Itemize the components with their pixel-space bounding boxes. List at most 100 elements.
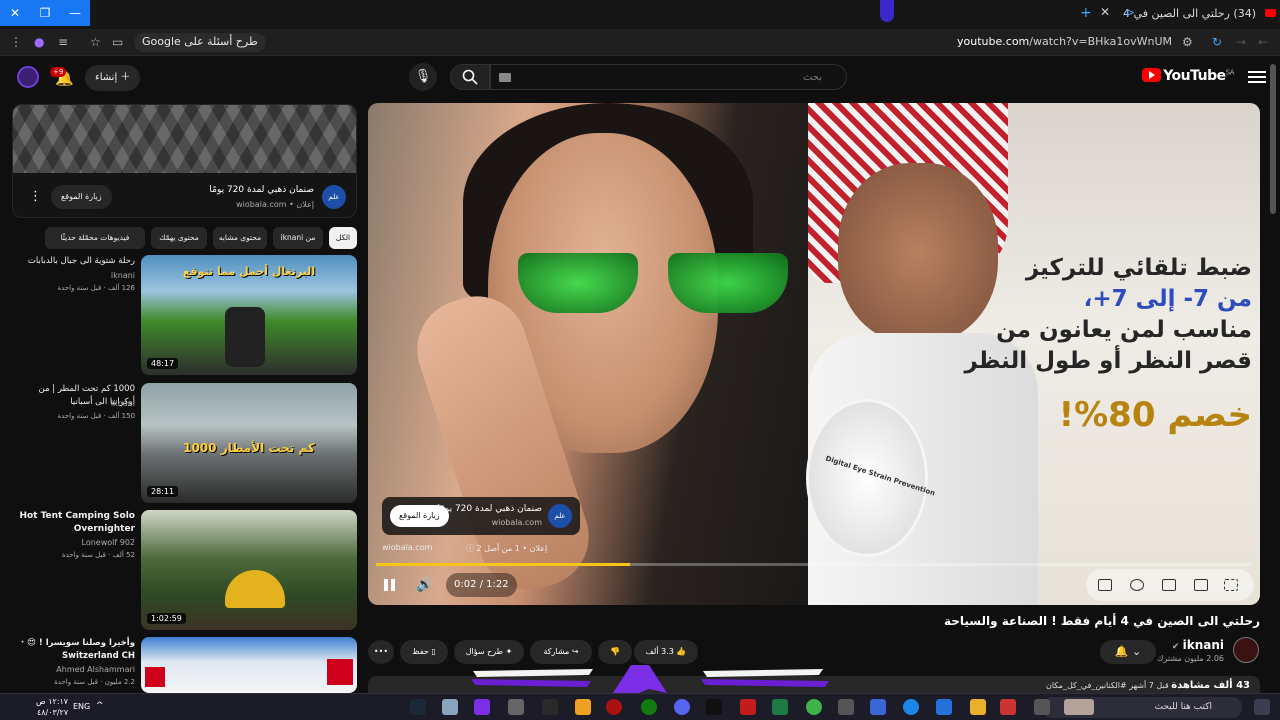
task-view-icon[interactable] [1034,699,1050,715]
ad-menu-icon[interactable]: ⋮ [29,189,42,204]
system-clock[interactable]: ١٢:١٧ ص ٤٨/٠٣/٢٧ [36,696,68,718]
chip-recently-uploaded[interactable]: فيديوهات محمّلة حديثًا [45,227,145,249]
cast-icon[interactable] [1194,579,1208,591]
minimize-window-button[interactable]: — [60,0,90,26]
ask-google-button[interactable]: طرح أسئلة على Google [134,33,266,52]
list-item[interactable]: 1000 كم تحت الأمطار 28:11 1000 كم تحت ال… [12,383,357,503]
visit-site-button[interactable]: زيارة الموقع [390,505,449,527]
app-icon-orange[interactable] [575,699,591,715]
discord-icon[interactable] [674,699,690,715]
forward-icon[interactable]: → [1236,35,1246,49]
search-button[interactable] [450,64,490,90]
video-title[interactable]: Hot Tent Camping Solo Overnighter [13,510,135,536]
menu-dots-icon[interactable]: ⋮ [10,35,22,49]
office-app-icon[interactable] [1000,699,1016,715]
site-settings-icon[interactable]: ⚙ [1182,35,1193,49]
ask-button[interactable]: ✦ طرح سؤال [454,640,524,664]
guide-menu-icon[interactable] [1248,68,1266,84]
bolt-app-icon[interactable] [740,699,756,715]
channel-avatar[interactable] [1233,637,1259,663]
subscription-bell-button[interactable]: 🔔 ⌄ [1100,640,1156,664]
save-button[interactable]: ▯ حفظ [400,640,448,664]
audio-playing-icon[interactable]: ⊲ [1126,6,1135,19]
channel-name[interactable]: Lonewolf 902 [82,538,136,547]
channel-name[interactable]: iknani [111,271,135,280]
app-icon-light[interactable] [442,699,458,715]
pause-button[interactable] [382,577,398,593]
app-icon-purple[interactable] [474,699,490,715]
close-window-button[interactable]: ✕ [0,0,30,26]
account-avatar[interactable] [17,66,39,88]
channel-name[interactable]: ✔ iknani [1172,638,1224,652]
start-button[interactable] [1254,699,1270,715]
share-button[interactable]: ↪ مشاركة [530,640,592,664]
list-item[interactable]: وأخيرا وصلنا سويسرا ! 😍 · Switzerland CH… [12,637,357,693]
dislike-button[interactable]: 👎 [598,640,632,664]
chip-all[interactable]: الكل [329,227,357,249]
bookmark-star-icon[interactable]: ☆ [90,35,101,49]
video-thumbnail[interactable] [141,637,357,693]
input-language[interactable]: ENG [73,702,90,711]
reload-icon[interactable]: ↻ [1212,35,1222,49]
app-icon-dark[interactable] [542,699,558,715]
store-icon[interactable] [870,699,886,715]
restore-window-button[interactable]: ❐ [30,0,60,26]
app-icon-gray[interactable] [508,699,524,715]
chrome-icon[interactable] [806,699,822,715]
browser-tab[interactable]: (34) رحلتي الى الصين في 4 ⊲ ✕ [1075,2,1280,26]
obs-icon[interactable] [606,699,622,715]
chrome-active-icon[interactable] [838,699,854,715]
youtube-logo[interactable]: YouTubeSA [1142,68,1235,84]
edge-browser-icon[interactable] [903,699,919,715]
sidebar-ad-banner[interactable]: علم صنمان ذهبي لمدة 720 يومًا إعلان • wi… [12,104,357,218]
voice-search-mic-icon[interactable]: 🎙 [409,63,437,91]
video-meta: 150 ألف · قبل سنة واحدة [57,412,135,420]
tab-close-icon[interactable]: ✕ [1100,5,1110,19]
video-progress-bar[interactable] [376,563,1252,566]
chip-from-channel[interactable]: من iknani [273,227,323,249]
list-item[interactable]: 1:02:59 Hot Tent Camping Solo Overnighte… [12,510,357,630]
back-icon[interactable]: ← [1258,35,1268,49]
channel-name[interactable]: Ahmed Alshammari [56,665,135,674]
more-actions-button[interactable]: ••• [368,640,394,664]
like-button[interactable]: 👍 3.3 ألف [634,640,698,664]
widgets-icon[interactable] [1064,699,1094,715]
video-title[interactable]: رحلة شتوية الى جبال بالدبابات [13,255,135,268]
tray-expand-icon[interactable]: ^ [96,701,106,711]
video-thumbnail[interactable]: 1000 كم تحت الأمطار 28:11 [141,383,357,503]
search-input[interactable] [491,65,846,89]
page-scrollbar[interactable] [1270,64,1276,214]
extension-icon[interactable]: ● [34,35,44,49]
ad-overlay-card[interactable]: علم صنمان ذهبي لمدة 720 يومًا wiobala.co… [382,497,580,535]
visit-site-button[interactable]: زيارة الموقع [51,185,112,209]
sidebar-toggle-icon[interactable]: ≡ [58,35,68,49]
tab-title: (34) رحلتي الى الصين في 4 [1123,7,1256,20]
list-item[interactable]: البرتغال أجمل مما تتوقع 48:17 رحلة شتوية… [12,255,357,375]
ad-inset-circle: Digital Eye Strain Prevention [806,399,936,557]
chip-for-you[interactable]: محتوى يهمّك [151,227,207,249]
volume-icon[interactable]: 🔊 [416,577,433,593]
video-thumbnail[interactable]: 1:02:59 [141,510,357,630]
settings-gear-icon[interactable] [1130,579,1144,591]
video-title[interactable]: وأخيرا وصلنا سويسرا ! 😍 · Switzerland CH [13,637,135,663]
video-thumbnail[interactable]: البرتغال أجمل مما تتوقع 48:17 [141,255,357,375]
file-explorer-icon[interactable] [970,699,986,715]
cast-tab-icon[interactable]: ▭ [112,35,123,49]
channel-name[interactable]: iknani [111,399,135,408]
chip-related[interactable]: محتوى مشابه [213,227,267,249]
ad-domain[interactable]: wiobala.com [382,543,432,552]
fullscreen-icon[interactable] [1224,579,1238,591]
steam-icon[interactable] [410,699,426,715]
video-player[interactable]: Digital Eye Strain Prevention ضبط تلقائي… [368,103,1260,605]
excel-icon[interactable] [772,699,788,715]
terminal-icon[interactable] [706,699,722,715]
create-button[interactable]: ＋ إنشاء [85,65,141,91]
theater-mode-icon[interactable] [1162,579,1176,591]
ad-banner-pattern [13,105,356,173]
sidebar-ad-title: صنمان ذهبي لمدة 720 يومًا [209,185,314,195]
keyboard-icon[interactable] [499,73,511,82]
xbox-icon[interactable] [641,699,657,715]
subtitles-icon[interactable] [1098,579,1112,591]
url-field[interactable]: youtube.com/watch?v=BHka1ovWnUM [957,35,1172,48]
mail-app-icon[interactable] [936,699,952,715]
